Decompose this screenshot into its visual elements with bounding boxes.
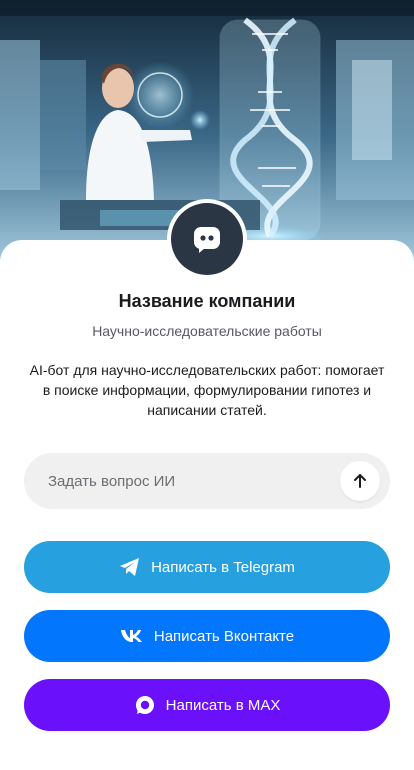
company-description: AI-бот для научно-исследовательских рабо… [29,362,385,418]
vk-icon [120,629,144,643]
chat-bot-icon [194,227,220,253]
ask-ai-placeholder[interactable]: Задать вопрос ИИ [48,473,340,490]
arrow-up-icon [354,474,366,488]
company-name: Название компании [118,291,296,311]
telegram-button[interactable]: Написать в Telegram [24,541,390,593]
vk-button-label: Написать Вконтакте [153,627,295,645]
telegram-button-label: Написать в Telegram [151,558,295,576]
telegram-icon [119,557,141,577]
company-avatar [167,199,247,279]
max-icon [134,694,156,716]
max-button-label: Написать в MAX [165,696,281,714]
company-category: Научно-исследовательские работы [92,323,322,339]
ask-ai-input[interactable]: Задать вопрос ИИ [24,453,390,509]
vk-button[interactable]: Написать Вконтакте [24,610,390,662]
max-button[interactable]: Написать в MAX [24,679,390,731]
send-button[interactable] [340,461,380,501]
